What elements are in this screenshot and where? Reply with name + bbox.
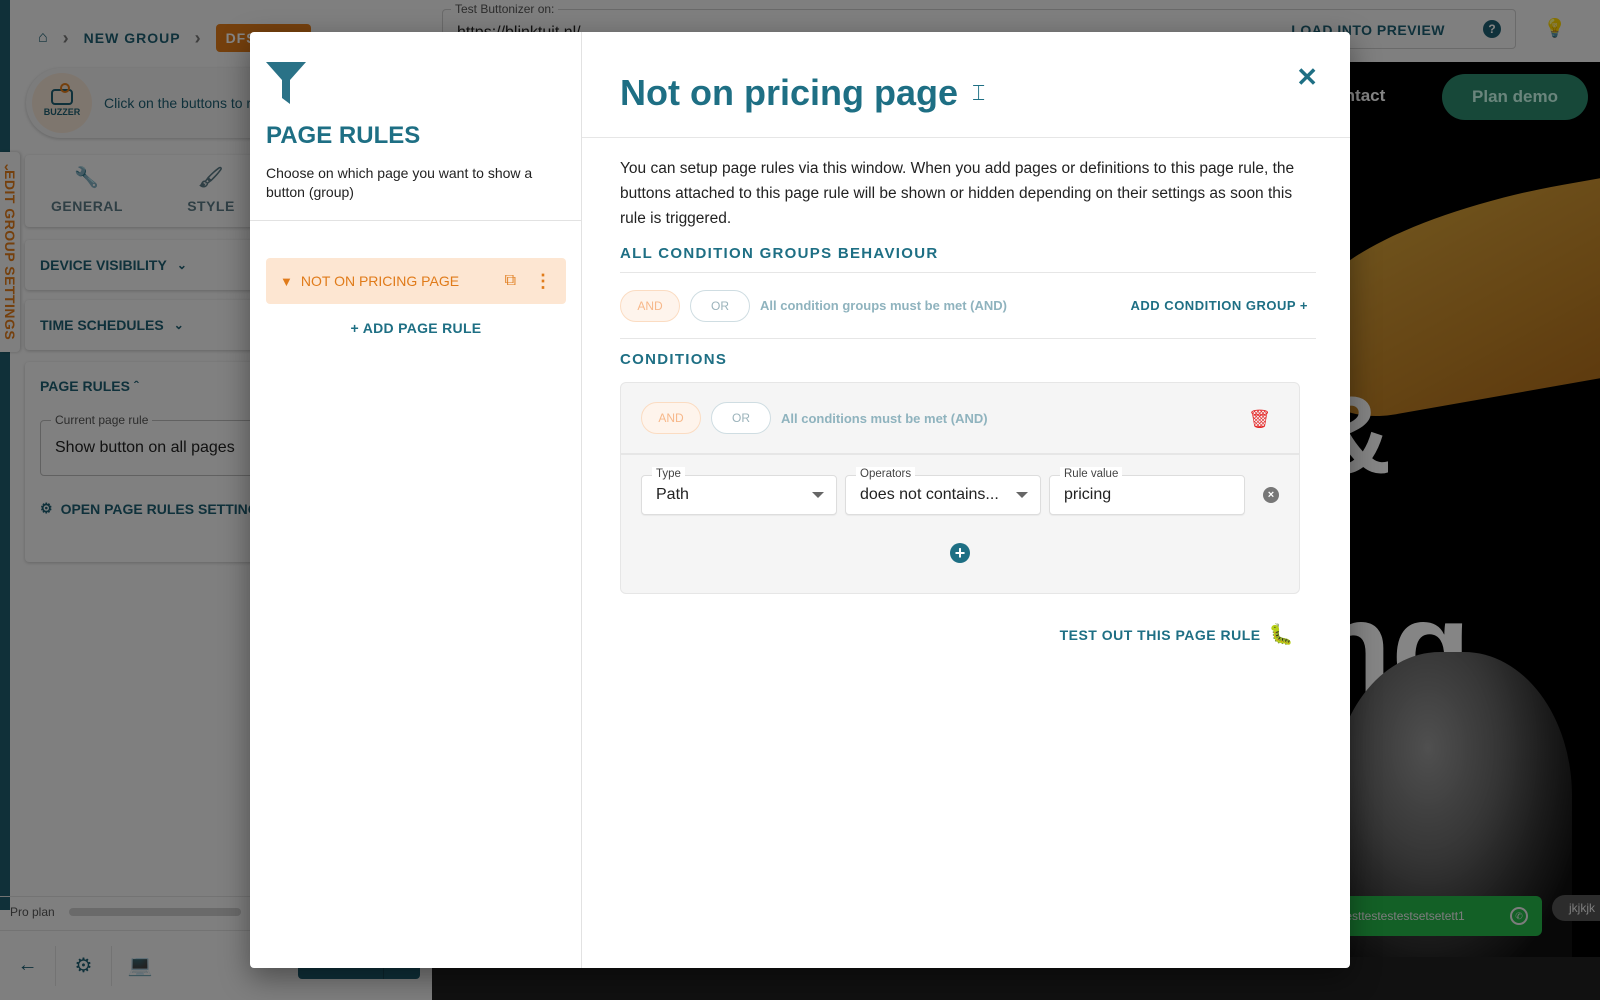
dropdown-arrow-icon	[1016, 492, 1028, 498]
condition-operator-label: Operators	[856, 467, 916, 481]
condition-value-input[interactable]: Rule value pricing	[1049, 467, 1245, 515]
condition-row: Type Path Operators does not contains...…	[641, 467, 1245, 515]
page-rule-title[interactable]: Not on pricing page ⌶	[620, 72, 985, 114]
add-condition-group-button[interactable]: ADD CONDITION GROUP +	[1131, 298, 1308, 313]
page-rule-title-text[interactable]: Not on pricing page	[620, 72, 958, 114]
page-rule-item[interactable]: ▼ NOT ON PRICING PAGE ⧉ ⋮	[266, 258, 566, 304]
page-rule-editor: Not on pricing page ⌶ ✕ You can setup pa…	[582, 32, 1350, 968]
bug-icon: 🐛	[1268, 624, 1294, 646]
copy-icon[interactable]: ⧉	[505, 272, 516, 290]
condition-type-select[interactable]: Type Path	[641, 467, 837, 515]
close-icon[interactable]: ✕	[1296, 62, 1318, 93]
dropdown-arrow-icon	[812, 492, 824, 498]
condition-groups-behaviour: AND OR All condition groups must be met …	[620, 273, 1316, 339]
condition-type-label: Type	[652, 467, 685, 481]
page-rules-title: PAGE RULES	[266, 122, 421, 149]
filter-icon	[266, 62, 306, 104]
condition-operator-value: does not contains...	[860, 486, 999, 503]
groups-behaviour-description: All condition groups must be met (AND)	[760, 298, 1007, 313]
condition-value-label: Rule value	[1060, 467, 1123, 481]
condition-group: AND OR All conditions must be met (AND) …	[620, 382, 1300, 594]
add-condition-icon[interactable]: +	[950, 543, 970, 563]
condition-value-text: pricing	[1064, 486, 1112, 503]
page-rules-modal: PAGE RULES Choose on which page you want…	[250, 32, 1350, 968]
remove-condition-icon[interactable]: ×	[1263, 487, 1279, 503]
page-rule-label: NOT ON PRICING PAGE	[300, 273, 460, 289]
page-rules-description: Choose on which page you want to show a …	[266, 165, 533, 200]
conditions-description: All conditions must be met (AND)	[781, 410, 988, 426]
add-page-rule-button[interactable]: + ADD PAGE RULE	[250, 320, 582, 336]
page-rule-body: You can setup page rules via this window…	[582, 138, 1350, 647]
conditions-title: CONDITIONS	[620, 351, 728, 368]
divider	[250, 220, 582, 221]
trash-icon[interactable]: 🗑	[1248, 409, 1271, 430]
condition-group-header: AND OR All conditions must be met (AND)	[621, 383, 1299, 455]
conditions-and-toggle[interactable]: AND	[641, 402, 701, 434]
page-rule-header: Not on pricing page ⌶ ✕	[582, 32, 1350, 138]
groups-or-toggle[interactable]: OR	[690, 289, 750, 322]
test-page-rule-label: TEST OUT THIS PAGE RULE	[1059, 626, 1261, 643]
condition-groups-behaviour-title: ALL CONDITION GROUPS BEHAVIOUR	[620, 245, 1316, 273]
groups-and-toggle[interactable]: AND	[620, 289, 680, 322]
more-vertical-icon[interactable]: ⋮	[534, 271, 552, 292]
text-cursor-icon: ⌶	[972, 80, 986, 105]
page-rule-description: You can setup page rules via this window…	[620, 160, 1295, 227]
page-rules-list-panel: PAGE RULES Choose on which page you want…	[250, 32, 582, 968]
conditions-or-toggle[interactable]: OR	[711, 402, 771, 434]
filter-icon: ▼	[280, 273, 293, 289]
test-page-rule-button[interactable]: TEST OUT THIS PAGE RULE 🐛	[620, 622, 1300, 647]
condition-operator-select[interactable]: Operators does not contains...	[845, 467, 1041, 515]
condition-type-value: Path	[656, 486, 689, 503]
